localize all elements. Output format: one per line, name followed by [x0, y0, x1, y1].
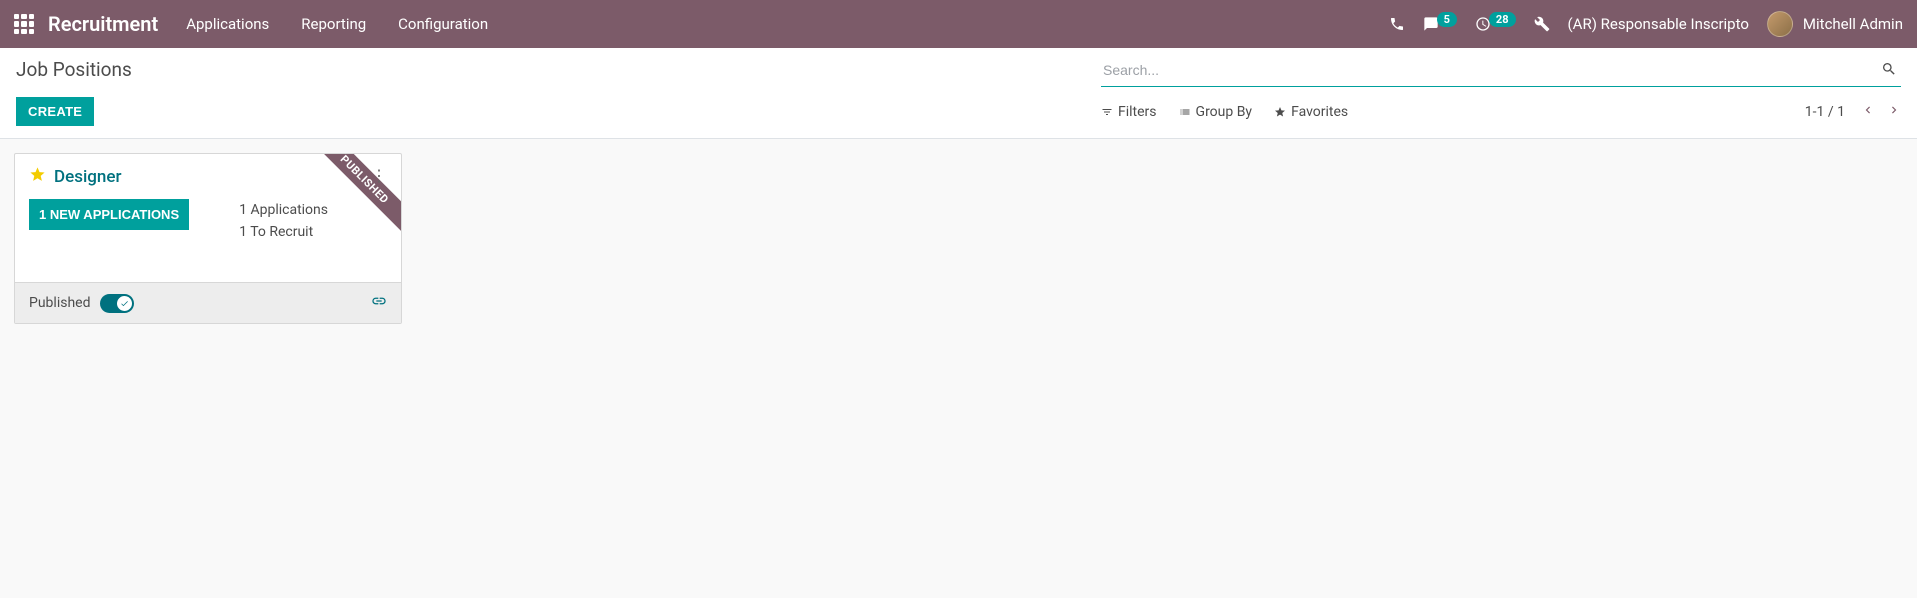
phone-icon[interactable]: [1389, 16, 1405, 32]
search-icon[interactable]: [1877, 59, 1901, 82]
job-title[interactable]: Designer: [54, 167, 122, 187]
pager-text: 1-1 / 1: [1805, 104, 1845, 120]
filter-icon: [1101, 106, 1113, 118]
card-stats: 1 Applications 1 To Recruit: [239, 199, 328, 244]
top-navbar: Recruitment Applications Reporting Confi…: [0, 0, 1917, 48]
to-recruit-count: 1 To Recruit: [239, 221, 328, 243]
star-icon: [1274, 106, 1286, 118]
pager-next[interactable]: [1887, 103, 1901, 121]
chevron-left-icon: [1861, 103, 1875, 117]
search-bar: [1101, 58, 1901, 87]
user-menu[interactable]: Mitchell Admin: [1767, 11, 1903, 37]
navbar-right: 5 28 (AR) Responsable Inscripto Mitchell…: [1389, 11, 1903, 37]
user-name: Mitchell Admin: [1803, 15, 1903, 33]
card-footer: Published: [15, 282, 401, 323]
activities-badge: 28: [1489, 12, 1516, 27]
menu-configuration[interactable]: Configuration: [398, 15, 488, 33]
breadcrumb: Job Positions: [16, 58, 132, 81]
applications-count: 1 Applications: [239, 199, 328, 221]
job-card[interactable]: ⋮ PUBLISHED Designer 1 NEW APPLICATIONS …: [14, 153, 402, 324]
card-menu-icon[interactable]: ⋮: [367, 164, 391, 188]
published-label: Published: [29, 295, 90, 311]
groupby-button[interactable]: Group By: [1179, 104, 1253, 120]
activities-icon[interactable]: 28: [1475, 16, 1516, 32]
apps-icon[interactable]: [14, 14, 34, 34]
check-icon: [120, 299, 129, 308]
menu-applications[interactable]: Applications: [186, 15, 269, 33]
list-icon: [1179, 106, 1191, 118]
company-selector[interactable]: (AR) Responsable Inscripto: [1568, 15, 1749, 33]
chevron-right-icon: [1887, 103, 1901, 117]
nav-menu: Applications Reporting Configuration: [186, 15, 488, 33]
search-input[interactable]: [1101, 58, 1877, 82]
control-panel: Job Positions CREATE Filters Group By: [0, 48, 1917, 139]
create-button[interactable]: CREATE: [16, 97, 94, 126]
pager-prev[interactable]: [1861, 103, 1875, 121]
debug-icon[interactable]: [1534, 16, 1550, 32]
favorite-star-icon[interactable]: [29, 166, 46, 187]
app-brand[interactable]: Recruitment: [48, 12, 158, 36]
avatar: [1767, 11, 1793, 37]
kanban-view: ⋮ PUBLISHED Designer 1 NEW APPLICATIONS …: [0, 139, 1917, 338]
favorites-button[interactable]: Favorites: [1274, 104, 1348, 120]
toggle-knob: [117, 296, 132, 311]
new-applications-button[interactable]: 1 NEW APPLICATIONS: [29, 199, 189, 230]
published-toggle[interactable]: [100, 294, 134, 313]
pager: 1-1 / 1: [1805, 103, 1901, 121]
messages-icon[interactable]: 5: [1423, 16, 1457, 32]
filters-button[interactable]: Filters: [1101, 104, 1157, 120]
menu-reporting[interactable]: Reporting: [301, 15, 366, 33]
messages-badge: 5: [1437, 12, 1457, 27]
navbar-left: Recruitment Applications Reporting Confi…: [14, 12, 488, 36]
link-icon[interactable]: [371, 293, 387, 313]
